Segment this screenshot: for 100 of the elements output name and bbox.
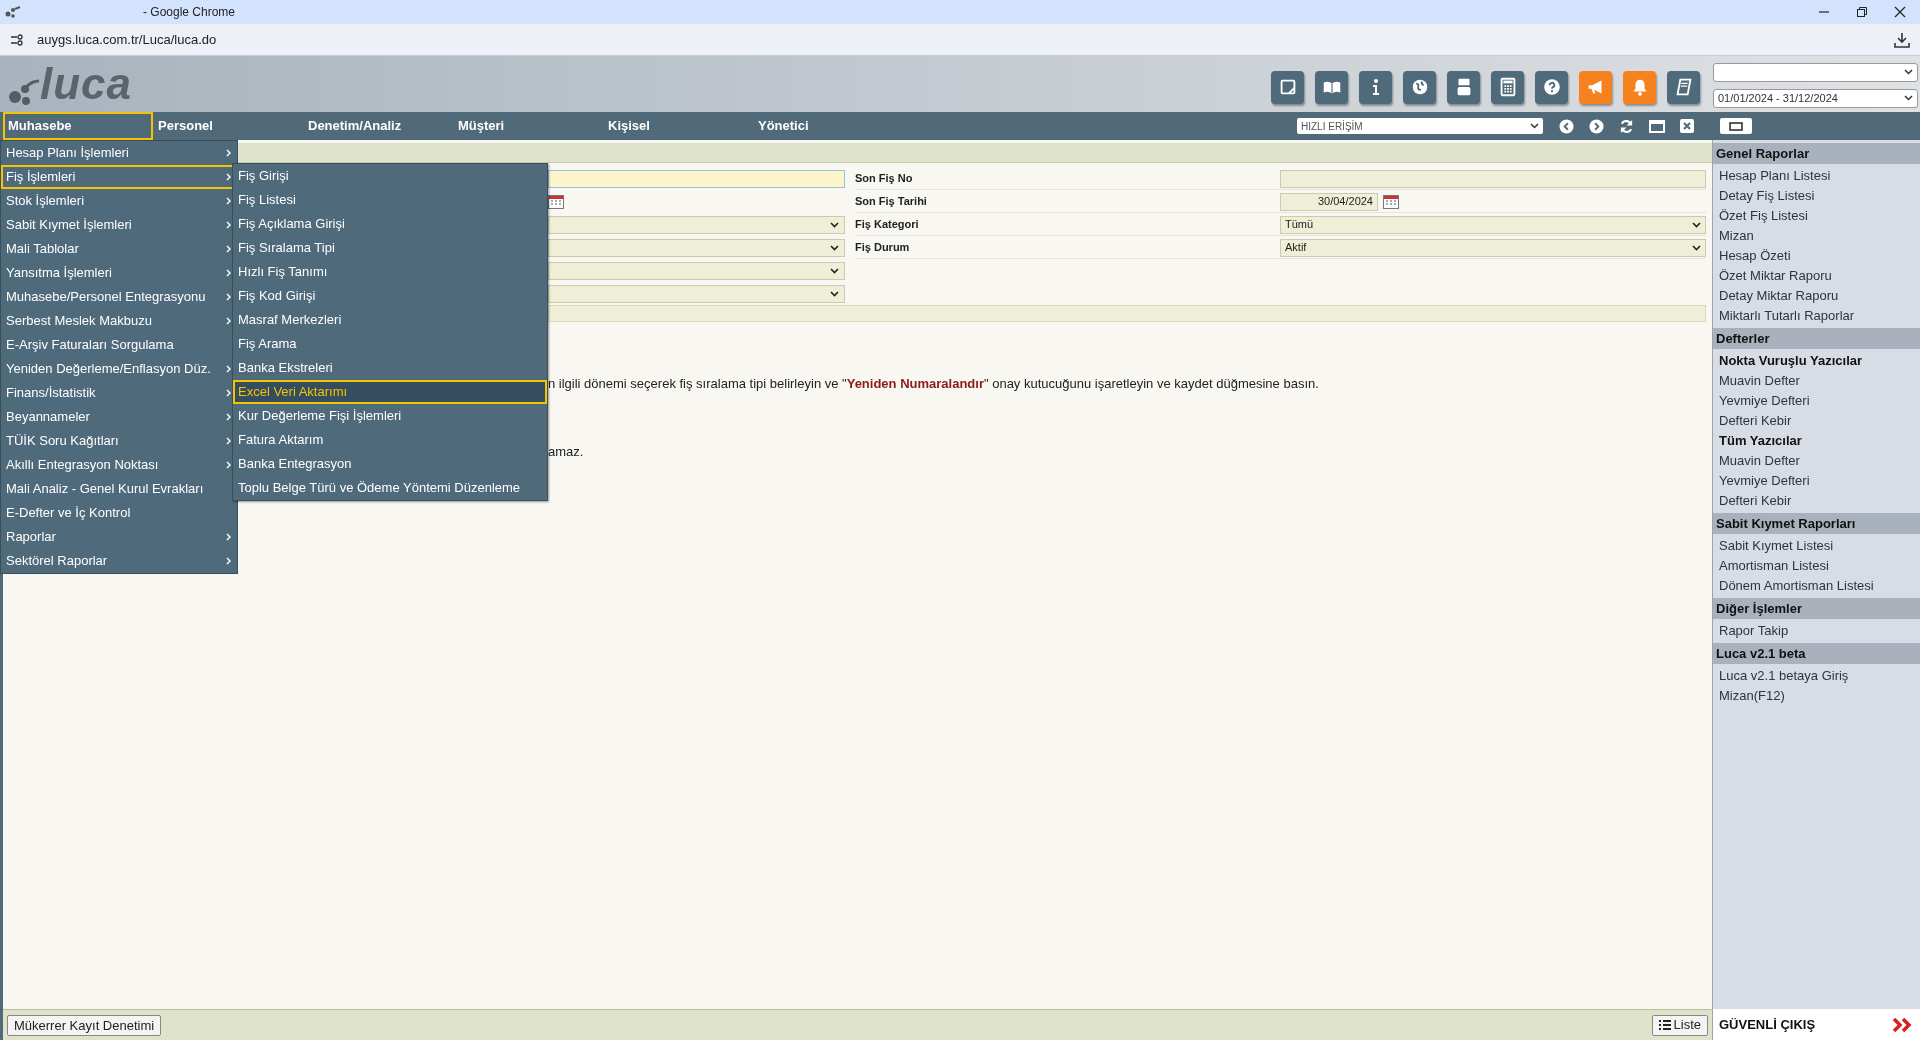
restore-icon[interactable] <box>1856 6 1868 18</box>
close-icon[interactable] <box>1680 119 1694 133</box>
chevron-right-icon <box>226 317 231 325</box>
dropdown-field[interactable] <box>548 239 845 257</box>
chevron-right-icon <box>226 269 231 277</box>
logout-button[interactable]: GÜVENLİ ÇIKIŞ <box>1713 1009 1920 1040</box>
nav-tab[interactable]: Personel <box>153 112 303 140</box>
logo-text: luca <box>40 62 133 106</box>
submenu-item[interactable]: Banka Entegrasyon <box>233 452 547 476</box>
dropdown-field[interactable] <box>548 285 845 303</box>
field-label: Fiş Durum <box>855 240 911 256</box>
submenu-item[interactable]: Excel Veri Aktarımı <box>233 380 547 404</box>
toolbar-button[interactable] <box>1623 70 1656 104</box>
sidebar-link[interactable]: Defteri Kebir <box>1713 411 1920 431</box>
sidebar-link[interactable]: Detay Fiş Listesi <box>1713 186 1920 206</box>
toolbar-button[interactable] <box>1359 70 1392 104</box>
chevron-right-icon <box>226 389 231 397</box>
company-select[interactable] <box>1713 62 1918 82</box>
menu-item[interactable]: Sektörel Raporlar <box>1 549 237 573</box>
chevron-down-icon <box>1904 69 1913 75</box>
chevron-right-icon <box>226 557 231 565</box>
submenu-item[interactable]: Masraf Merkezleri <box>233 308 547 332</box>
window-icon[interactable] <box>1649 119 1665 133</box>
quick-access-select[interactable]: HIZLI ERİŞİM <box>1297 118 1543 134</box>
list-button[interactable]: Liste <box>1651 1014 1708 1036</box>
sidebar-link[interactable]: Detay Miktar Raporu <box>1713 286 1920 306</box>
sidebar-link[interactable]: Hesap Planı Listesi <box>1713 166 1920 186</box>
sidebar-link[interactable]: Mizan <box>1713 226 1920 246</box>
period-select[interactable]: 01/01/2024 - 31/12/2024 <box>1713 88 1918 108</box>
input-field[interactable] <box>548 170 845 188</box>
forward-icon[interactable] <box>1589 118 1604 134</box>
menu-item[interactable]: Hesap Planı İşlemleri <box>1 141 237 165</box>
nav-tab[interactable]: Yönetici <box>753 112 903 140</box>
submenu-item[interactable]: Fiş Listesi <box>233 188 547 212</box>
back-icon[interactable] <box>1559 118 1574 134</box>
sidebar-link[interactable]: Rapor Takip <box>1713 621 1920 641</box>
nav-tab[interactable]: Denetim/Analiz <box>303 112 453 140</box>
sidebar-link[interactable]: Dönem Amortisman Listesi <box>1713 576 1920 596</box>
info-icon <box>1371 78 1380 96</box>
duplicate-check-button[interactable]: Mükerrer Kayıt Denetimi <box>7 1014 162 1036</box>
toolbar-button[interactable] <box>1667 70 1700 104</box>
window-title: - Google Chrome <box>143 4 236 21</box>
sidebar-link[interactable]: Yevmiye Defteri <box>1713 391 1920 411</box>
submenu-item[interactable]: Toplu Belge Türü ve Ödeme Yöntemi Düzenleme <box>233 476 547 500</box>
site-info-icon[interactable] <box>10 33 24 46</box>
instruction-text: amaz. <box>548 442 585 461</box>
dropdown-field[interactable]: Tümü <box>1280 215 1706 234</box>
chevron-right-icon <box>226 437 231 445</box>
toolbar-button[interactable] <box>1447 70 1480 104</box>
date-field[interactable]: 30/04/2024 <box>1280 192 1378 211</box>
toolbar-button[interactable] <box>1491 70 1524 104</box>
field-label: Son Fiş Tarihi <box>855 194 928 210</box>
sidebar-link[interactable]: Mizan(F12) <box>1713 686 1920 706</box>
section-header: Luca v2.1 beta <box>1713 643 1920 664</box>
calendar-icon[interactable] <box>1383 194 1399 209</box>
logo-icon <box>8 78 40 106</box>
sidebar-link[interactable]: Özet Fiş Listesi <box>1713 206 1920 226</box>
toolbar-button[interactable] <box>1535 70 1568 104</box>
submenu-item[interactable]: Fatura Aktarım <box>233 428 547 452</box>
chevron-right-icon <box>226 533 231 541</box>
sidebar-link[interactable]: Amortisman Listesi <box>1713 556 1920 576</box>
sidebar-link[interactable]: Luca v2.1 betaya Giriş <box>1713 666 1920 686</box>
calendar-icon[interactable] <box>548 195 564 209</box>
sidebar-link[interactable]: Tüm Yazıcılar <box>1713 431 1920 451</box>
submenu-item[interactable]: Fiş Açıklama Girişi <box>233 212 547 236</box>
submenu-item[interactable]: Fiş Arama <box>233 332 547 356</box>
sidebar-link[interactable]: Sabit Kıymet Listesi <box>1713 536 1920 556</box>
submenu-item[interactable]: Banka Ekstreleri <box>233 356 547 380</box>
submenu-item[interactable]: Hızlı Fiş Tanımı <box>233 260 547 284</box>
download-icon[interactable] <box>1894 31 1910 48</box>
refresh-icon[interactable] <box>1619 118 1634 134</box>
toolbar-button[interactable] <box>1579 70 1612 104</box>
menu-item[interactable]: Raporlar <box>1 525 237 549</box>
sidebar-link[interactable]: Yevmiye Defteri <box>1713 471 1920 491</box>
sidebar-link[interactable]: Miktarlı Tutarlı Raporlar <box>1713 306 1920 326</box>
dropdown-field[interactable] <box>548 216 845 234</box>
dropdown-field[interactable] <box>548 262 845 280</box>
nav-tab[interactable]: Müşteri <box>453 112 603 140</box>
nav-tab[interactable]: Kişisel <box>603 112 753 140</box>
toolbar-button[interactable] <box>1315 70 1348 104</box>
toolbar-button[interactable] <box>1403 70 1436 104</box>
submenu-item[interactable]: Kur Değerleme Fişi İşlemleri <box>233 404 547 428</box>
menu-item[interactable]: E-Defter ve İç Kontrol <box>1 501 237 525</box>
sidebar-link[interactable]: Özet Miktar Raporu <box>1713 266 1920 286</box>
chevron-down-icon <box>1904 95 1913 101</box>
sidebar-link[interactable]: Hesap Özeti <box>1713 246 1920 266</box>
toolbar-button[interactable] <box>1271 70 1304 104</box>
submenu-item[interactable]: Fiş Kod Girişi <box>233 284 547 308</box>
close-icon[interactable] <box>1894 6 1906 18</box>
sidebar-link[interactable]: Muavin Defter <box>1713 451 1920 471</box>
input-field[interactable] <box>1280 169 1706 188</box>
sidebar-link[interactable]: Muavin Defter <box>1713 371 1920 391</box>
nav-tab[interactable]: Muhasebe <box>3 112 153 140</box>
panel-toggle-button[interactable] <box>1720 118 1752 134</box>
sidebar-link[interactable]: Defteri Kebir <box>1713 491 1920 511</box>
sidebar-link[interactable]: Nokta Vuruşlu Yazıcılar <box>1713 351 1920 371</box>
submenu-item[interactable]: Fiş Sıralama Tipi <box>233 236 547 260</box>
list-icon <box>1658 1020 1671 1030</box>
dropdown-field[interactable]: Aktif <box>1280 238 1706 257</box>
url-text[interactable]: auygs.luca.com.tr/Luca/luca.do <box>37 29 217 50</box>
